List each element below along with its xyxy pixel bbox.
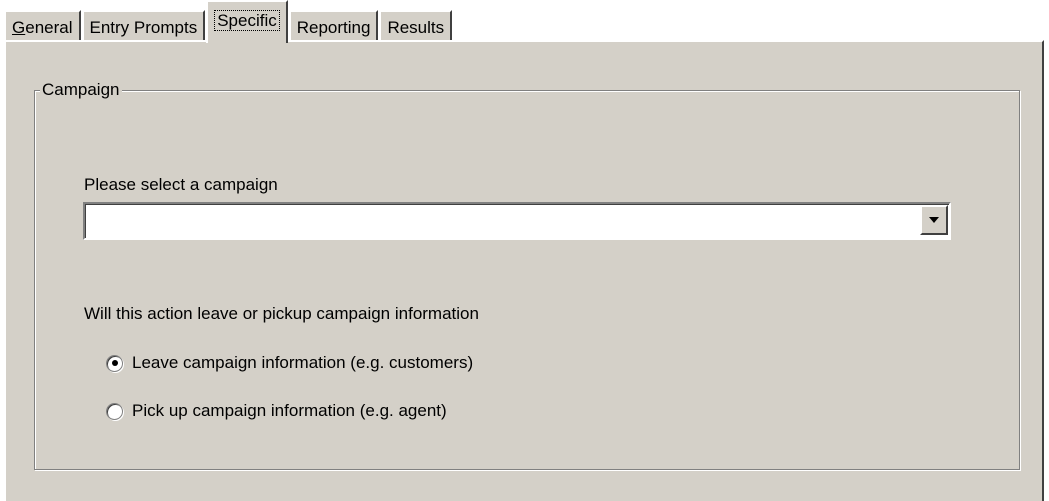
chevron-down-icon xyxy=(929,217,939,223)
combobox-dropdown-button[interactable] xyxy=(920,205,948,235)
tab-strip: General Entry Prompts Specific Reporting… xyxy=(4,0,453,43)
tab-specific-label: Specific xyxy=(214,10,280,31)
radio-pickup-campaign[interactable]: Pick up campaign information (e.g. agent… xyxy=(106,401,447,421)
tab-reporting[interactable]: Reporting xyxy=(288,10,379,40)
campaign-combobox[interactable] xyxy=(83,202,951,240)
tab-entry-prompts-label: Entry Prompts xyxy=(89,18,198,37)
tab-specific[interactable]: Specific xyxy=(206,0,288,43)
tab-results-label: Results xyxy=(387,18,445,37)
radio-leave-label: Leave campaign information (e.g. custome… xyxy=(132,353,474,372)
radio-pickup-label: Pick up campaign information (e.g. agent… xyxy=(132,401,447,420)
radio-button-icon[interactable] xyxy=(106,402,123,420)
tab-entry-prompts[interactable]: Entry Prompts xyxy=(81,10,206,40)
tab-general[interactable]: General xyxy=(4,10,81,40)
tab-general-label: General xyxy=(12,18,73,37)
direction-question-label: Will this action leave or pickup campaig… xyxy=(84,304,479,323)
tab-reporting-label: Reporting xyxy=(296,18,371,37)
campaign-select-label: Please select a campaign xyxy=(84,175,278,194)
groupbox-title: Campaign xyxy=(40,80,122,100)
radio-leave-campaign[interactable]: Leave campaign information (e.g. custome… xyxy=(106,353,473,373)
tab-panel-specific: Campaign Please select a campaign Will t… xyxy=(4,40,1044,501)
tab-results[interactable]: Results xyxy=(379,10,453,40)
radio-button-icon[interactable] xyxy=(106,354,123,372)
radio-selected-dot-icon xyxy=(111,360,118,366)
